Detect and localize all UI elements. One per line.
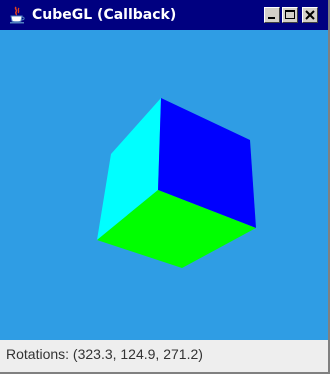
close-icon (305, 10, 315, 20)
maximize-button[interactable] (282, 7, 298, 23)
minimize-icon (268, 17, 275, 19)
window-title: CubeGL (Callback) (32, 7, 177, 23)
title-bar[interactable]: CubeGL (Callback) (0, 0, 328, 30)
status-bar: Rotations: (323.3, 124.9, 271.2) (0, 340, 328, 372)
minimize-button[interactable] (264, 7, 280, 23)
maximize-icon (285, 10, 295, 19)
app-window: CubeGL (Callback) Rotations: (323.3, 124… (0, 0, 330, 374)
close-button[interactable] (302, 7, 318, 23)
cube-render (97, 98, 256, 268)
java-coffee-icon (10, 6, 25, 24)
rotations-readout: Rotations: (323.3, 124.9, 271.2) (6, 346, 203, 362)
opengl-canvas[interactable] (0, 30, 328, 340)
